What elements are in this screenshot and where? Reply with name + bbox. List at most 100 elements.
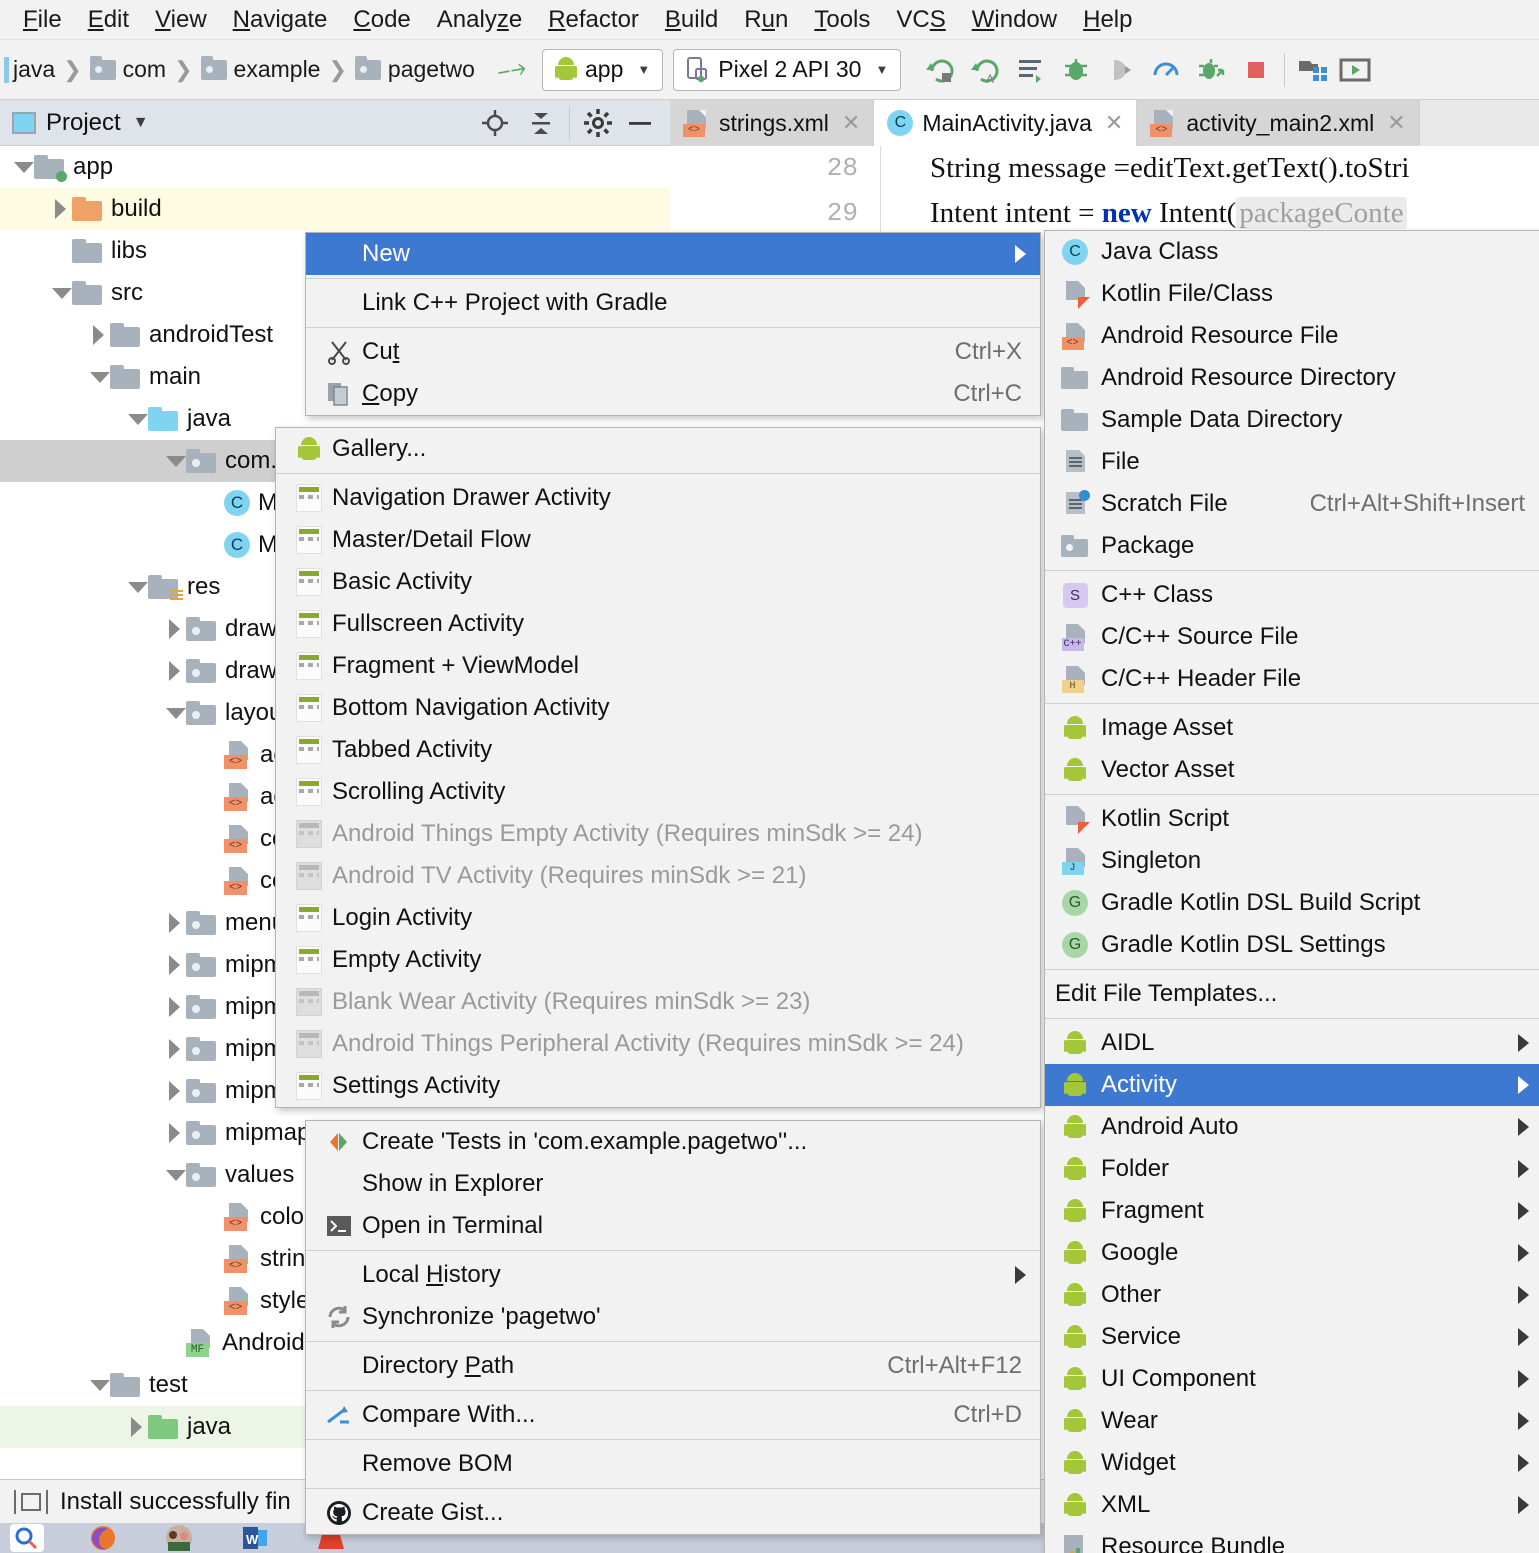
- menu-navigate[interactable]: Navigate: [220, 4, 341, 36]
- tab-strings-xml[interactable]: <> strings.xml ✕: [670, 100, 875, 146]
- new-submenu-resource-bundle[interactable]: Resource Bundle: [1045, 1526, 1539, 1553]
- tree-node-app[interactable]: app: [0, 146, 670, 188]
- twisty-collapsed-icon[interactable]: [88, 324, 110, 346]
- ctx-item-copy[interactable]: Copy Ctrl+C: [306, 373, 1040, 415]
- new-item-android-tv-activity-requires-minsdk-21[interactable]: Android TV Activity (Requires minSdk >= …: [276, 855, 1040, 897]
- new-flyout-menu[interactable]: Gallery... Navigation Drawer Activity Mast…: [275, 427, 1041, 1108]
- new-submenu-service[interactable]: Service: [1045, 1316, 1539, 1358]
- tree-node-build[interactable]: build: [0, 188, 670, 230]
- twisty-collapsed-icon[interactable]: [164, 954, 186, 976]
- new-item-tabbed-activity[interactable]: Tabbed Activity: [276, 729, 1040, 771]
- new-submenu-java-class[interactable]: C Java Class: [1045, 231, 1539, 273]
- twisty-expanded-icon[interactable]: [12, 156, 34, 178]
- new-submenu-gradle-kotlin-dsl-build-script[interactable]: G Gradle Kotlin DSL Build Script: [1045, 882, 1539, 924]
- new-item-settings-activity[interactable]: Settings Activity: [276, 1065, 1040, 1107]
- twisty-collapsed-icon[interactable]: [164, 618, 186, 640]
- minimize-icon[interactable]: [622, 105, 658, 141]
- ctx-item-link-c-project-with-gradle[interactable]: Link C++ Project with Gradle: [306, 282, 1040, 324]
- new-item-fragment-viewmodel[interactable]: Fragment + ViewModel: [276, 645, 1040, 687]
- new-submenu-wear[interactable]: Wear: [1045, 1400, 1539, 1442]
- twisty-collapsed-icon[interactable]: [164, 912, 186, 934]
- word-icon[interactable]: W: [238, 1524, 272, 1552]
- twisty-collapsed-icon[interactable]: [126, 1416, 148, 1438]
- new-item-fullscreen-activity[interactable]: Fullscreen Activity: [276, 603, 1040, 645]
- sdk-manager-icon[interactable]: [1339, 54, 1371, 86]
- new-item-blank-wear-activity-requires-minsdk-23[interactable]: Blank Wear Activity (Requires minSdk >= …: [276, 981, 1040, 1023]
- new-submenu-c-class[interactable]: S C++ Class: [1045, 574, 1539, 616]
- twisty-expanded-icon[interactable]: [88, 1374, 110, 1396]
- photos-icon[interactable]: [162, 1524, 196, 1552]
- menu-help[interactable]: Help: [1070, 4, 1145, 36]
- stop-icon[interactable]: [1240, 54, 1272, 86]
- search-icon[interactable]: [10, 1524, 44, 1552]
- twisty-expanded-icon[interactable]: [164, 450, 186, 472]
- new-submenu-gradle-kotlin-dsl-settings[interactable]: G Gradle Kotlin DSL Settings: [1045, 924, 1539, 966]
- context-menu-lower[interactable]: Create 'Tests in 'com.example.pagetwo''.…: [305, 1120, 1041, 1535]
- ctx-item-create-gist[interactable]: Create Gist...: [306, 1492, 1040, 1534]
- new-item-basic-activity[interactable]: Basic Activity: [276, 561, 1040, 603]
- avd-manager-icon[interactable]: [1297, 54, 1329, 86]
- menu-code[interactable]: Code: [340, 4, 423, 36]
- ctx-item-new[interactable]: New: [306, 233, 1040, 275]
- twisty-expanded-icon[interactable]: [50, 282, 72, 304]
- new-submenu-c-c-source-file[interactable]: C++ C/C++ Source File: [1045, 616, 1539, 658]
- new-submenu-android-resource-directory[interactable]: Android Resource Directory: [1045, 357, 1539, 399]
- new-submenu-fragment[interactable]: Fragment: [1045, 1190, 1539, 1232]
- new-item-scrolling-activity[interactable]: Scrolling Activity: [276, 771, 1040, 813]
- collapse-all-icon[interactable]: [523, 105, 559, 141]
- new-submenu-image-asset[interactable]: Image Asset: [1045, 707, 1539, 749]
- new-submenu-aidl[interactable]: AIDL: [1045, 1022, 1539, 1064]
- build-hammer-icon[interactable]: ⤍: [494, 51, 528, 89]
- gear-icon[interactable]: [580, 105, 616, 141]
- new-submenu-edit-file-templates[interactable]: Edit File Templates...: [1045, 973, 1539, 1015]
- ctx-item-remove-bom[interactable]: Remove BOM: [306, 1443, 1040, 1485]
- breadcrumb-item-example[interactable]: example: [200, 55, 320, 83]
- twisty-collapsed-icon[interactable]: [164, 1080, 186, 1102]
- new-item-login-activity[interactable]: Login Activity: [276, 897, 1040, 939]
- new-submenu[interactable]: C Java Class Kotlin File/Class <> Android Re…: [1044, 230, 1539, 1553]
- new-submenu-folder[interactable]: Folder: [1045, 1148, 1539, 1190]
- twisty-collapsed-icon[interactable]: [164, 1038, 186, 1060]
- new-item-empty-activity[interactable]: Empty Activity: [276, 939, 1040, 981]
- close-icon[interactable]: ✕: [842, 110, 860, 136]
- context-menu[interactable]: New Link C++ Project with Gradle Cut Ctrl+X…: [305, 232, 1041, 416]
- ctx-item-directory-path[interactable]: Directory Path Ctrl+Alt+F12: [306, 1345, 1040, 1387]
- code-line-29[interactable]: Intent intent = new Intent(packageConte: [930, 197, 1407, 230]
- new-item-bottom-navigation-activity[interactable]: Bottom Navigation Activity: [276, 687, 1040, 729]
- ctx-item-compare-with[interactable]: Compare With... Ctrl+D: [306, 1394, 1040, 1436]
- profiler-icon[interactable]: [1150, 54, 1182, 86]
- new-item-master-detail-flow[interactable]: Master/Detail Flow: [276, 519, 1040, 561]
- new-submenu-kotlin-script[interactable]: Kotlin Script: [1045, 798, 1539, 840]
- twisty-collapsed-icon[interactable]: [164, 996, 186, 1018]
- new-item-gallery[interactable]: Gallery...: [276, 428, 1040, 470]
- menu-view[interactable]: View: [142, 4, 220, 36]
- ctx-item-synchronize-pagetwo[interactable]: Synchronize 'pagetwo': [306, 1296, 1040, 1338]
- menu-run[interactable]: Run: [731, 4, 801, 36]
- breadcrumb-item-java[interactable]: java: [13, 56, 55, 83]
- new-submenu-singleton[interactable]: J Singleton: [1045, 840, 1539, 882]
- breadcrumb-item-pagetwo[interactable]: pagetwo: [354, 55, 475, 83]
- twisty-expanded-icon[interactable]: [126, 408, 148, 430]
- debug-attach-icon[interactable]: [1195, 54, 1227, 86]
- twisty-expanded-icon[interactable]: [126, 576, 148, 598]
- code-line-28[interactable]: String message =editText.getText().toStr…: [930, 152, 1409, 185]
- menu-build[interactable]: Build: [652, 4, 731, 36]
- run-configuration-selector[interactable]: app ▼: [542, 48, 664, 91]
- ctx-item-open-in-terminal[interactable]: Open in Terminal: [306, 1205, 1040, 1247]
- new-submenu-google[interactable]: Google: [1045, 1232, 1539, 1274]
- run-icon[interactable]: [925, 54, 957, 86]
- ctx-item-cut[interactable]: Cut Ctrl+X: [306, 331, 1040, 373]
- menu-file[interactable]: File: [10, 4, 75, 36]
- menu-vcs[interactable]: VCS: [883, 4, 958, 36]
- new-submenu-file[interactable]: File: [1045, 441, 1539, 483]
- locate-icon[interactable]: [477, 105, 513, 141]
- new-submenu-xml[interactable]: XML: [1045, 1484, 1539, 1526]
- menu-tools[interactable]: Tools: [801, 4, 883, 36]
- new-submenu-c-c-header-file[interactable]: H C/C++ Header File: [1045, 658, 1539, 700]
- close-icon[interactable]: ✕: [1387, 110, 1405, 136]
- new-submenu-android-resource-file[interactable]: <> Android Resource File: [1045, 315, 1539, 357]
- twisty-collapsed-icon[interactable]: [50, 198, 72, 220]
- tab-mainactivity-java[interactable]: C MainActivity.java ✕: [874, 100, 1138, 146]
- new-submenu-ui-component[interactable]: UI Component: [1045, 1358, 1539, 1400]
- new-submenu-vector-asset[interactable]: Vector Asset: [1045, 749, 1539, 791]
